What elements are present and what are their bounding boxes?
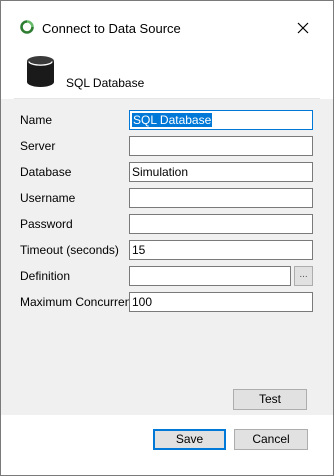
database-label: Database [20,165,72,179]
title-bar[interactable]: Connect to Data Source [1,1,333,36]
timeout-row: Timeout (seconds) 15 [1,237,333,260]
name-label: Name [20,113,53,127]
name-row: Name SQL Database [1,107,333,130]
database-row: Database Simulation [1,159,333,182]
password-input[interactable] [129,214,313,234]
cancel-button[interactable]: Cancel [234,429,308,450]
name-input[interactable]: SQL Database [129,110,313,130]
timeout-label: Timeout (seconds) [20,243,119,257]
browse-button[interactable]: ... [294,266,313,286]
max-concurrent-row: Maximum Concurrent 100 [1,289,333,312]
max-concurrent-input[interactable]: 100 [129,292,313,312]
max-concurrent-label: Maximum Concurrent [20,295,135,309]
datasource-type-label: SQL Database [66,76,145,90]
database-input[interactable]: Simulation [129,162,313,182]
server-row: Server [1,133,333,156]
timeout-input[interactable]: 15 [129,240,313,260]
save-button[interactable]: Save [153,429,226,450]
window-title: Connect to Data Source [42,21,181,36]
circular-arrow-icon [20,20,34,34]
close-button[interactable] [291,16,315,40]
definition-label: Definition [20,269,71,283]
datasource-header: SQL Database [1,41,333,98]
server-input[interactable] [129,136,313,156]
username-label: Username [20,191,76,205]
database-icon [27,56,54,87]
username-row: Username [1,185,333,208]
username-input[interactable] [129,188,313,208]
definition-row: Definition ... [1,263,333,286]
definition-input[interactable] [129,266,291,286]
server-label: Server [20,139,56,153]
name-input-value: SQL Database [132,113,213,127]
password-label: Password [20,217,73,231]
connect-dialog: Connect to Data Source SQL Database Name… [0,0,334,476]
password-row: Password [1,211,333,234]
close-icon [297,22,309,34]
test-button[interactable]: Test [233,389,307,410]
